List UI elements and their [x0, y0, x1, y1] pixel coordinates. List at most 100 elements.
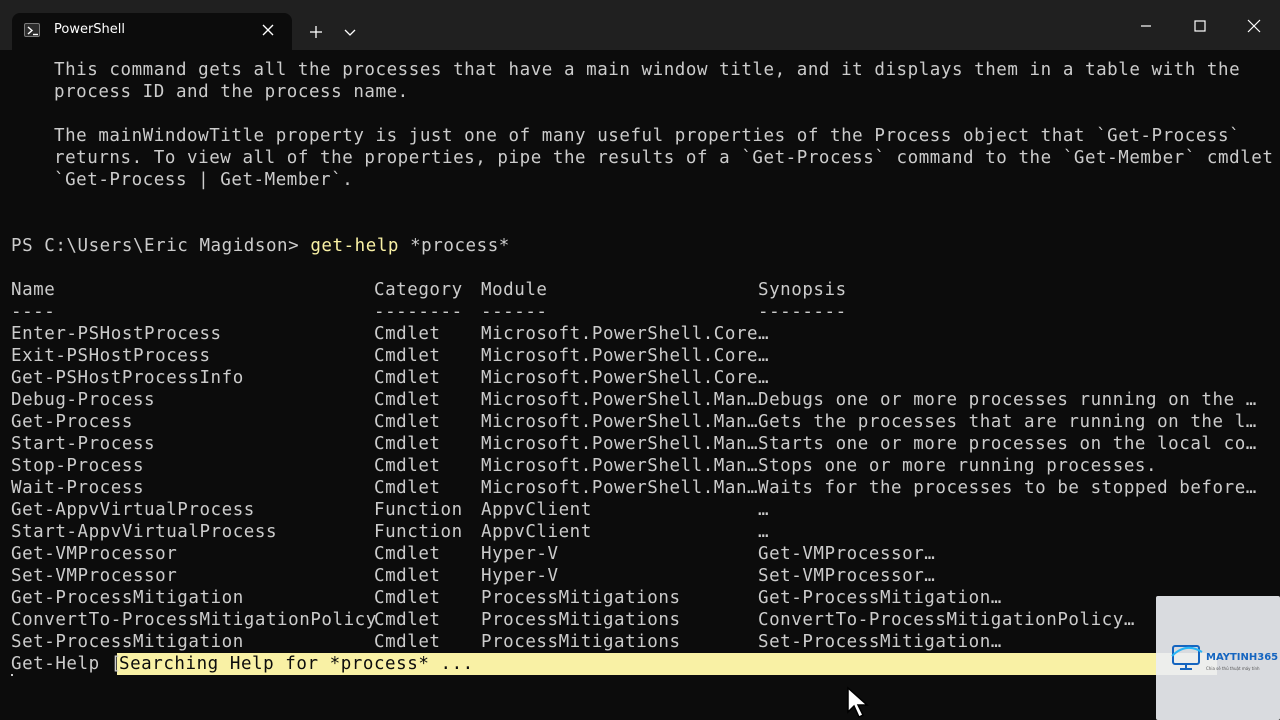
close-window-icon[interactable]	[1242, 14, 1266, 38]
cell-module: Hyper-V	[481, 566, 559, 586]
cell-module: Microsoft.PowerShell.Man…	[481, 412, 759, 432]
cell-category: Cmdlet	[374, 478, 441, 498]
cell-name: Debug-Process	[11, 390, 156, 410]
cell-category: Cmdlet	[374, 566, 441, 586]
help-text-line: returns. To view all of the properties, …	[54, 148, 1274, 168]
cell-synopsis: ConvertTo-ProcessMitigationPolicy…	[758, 610, 1135, 630]
cell-category: Cmdlet	[374, 324, 441, 344]
maximize-icon[interactable]	[1188, 14, 1212, 38]
cell-name: Enter-PSHostProcess	[11, 324, 222, 344]
cell-name: Get-AppvVirtualProcess	[11, 500, 255, 520]
cell-synopsis: …	[758, 346, 770, 366]
cell-category: Cmdlet	[374, 632, 441, 652]
minimize-icon[interactable]	[1134, 14, 1158, 38]
watermark-logo: MAYTINH365 Chia sẻ thủ thuật máy tính	[1156, 596, 1280, 720]
cell-module: Microsoft.PowerShell.Man…	[481, 434, 759, 454]
table-row: Get-AppvVirtualProcess Function AppvClient…	[0, 499, 1280, 521]
cell-name: Get-Process	[11, 412, 133, 432]
cell-category: Cmdlet	[374, 456, 441, 476]
cell-name: Set-VMProcessor	[11, 566, 178, 586]
cell-name: Get-ProcessMitigation	[11, 588, 244, 608]
header-synopsis: Synopsis	[758, 280, 847, 300]
chevron-down-icon[interactable]	[340, 22, 360, 42]
table-row: Enter-PSHostProcess Cmdlet Microsoft.Power…	[0, 323, 1280, 345]
cell-name: Start-Process	[11, 434, 156, 454]
cell-name: Set-ProcessMitigation	[11, 632, 244, 652]
mouse-pointer-icon	[847, 686, 869, 719]
cell-category: Cmdlet	[374, 346, 441, 366]
terminal-output[interactable]: This command gets all the processes that…	[0, 50, 1280, 720]
cell-synopsis: Gets the processes that are running on t…	[758, 412, 1257, 432]
table-row: Get-VMProcessor Cmdlet Hyper-V Get-VMProces…	[0, 543, 1280, 565]
header-name: Name	[11, 280, 56, 300]
cell-category: Cmdlet	[374, 412, 441, 432]
cell-module: Microsoft.PowerShell.Man…	[481, 478, 759, 498]
prompt-line: PS C:\Users\Eric Magidson> get-help *pro…	[11, 235, 510, 257]
cell-category: Function	[374, 522, 463, 542]
watermark-tagline: Chia sẻ thủ thuật máy tính	[1206, 666, 1260, 671]
table-row: Debug-Process Cmdlet Microsoft.PowerShell.…	[0, 389, 1280, 411]
table-row: Start-AppvVirtualProcess Function AppvClie…	[0, 521, 1280, 543]
powershell-icon	[24, 23, 40, 37]
table-header: Name Category Module Synopsis	[0, 279, 1280, 301]
cell-name: Start-AppvVirtualProcess	[11, 522, 278, 542]
cell-name: Get-PSHostProcessInfo	[11, 368, 244, 388]
cell-module: Microsoft.PowerShell.Core	[481, 368, 759, 388]
cell-synopsis: …	[758, 368, 770, 388]
cell-module: Microsoft.PowerShell.Core	[481, 346, 759, 366]
close-tab-icon[interactable]	[258, 20, 278, 40]
cell-category: Cmdlet	[374, 390, 441, 410]
cell-category: Function	[374, 500, 463, 520]
table-row: Stop-Process Cmdlet Microsoft.PowerShell.M…	[0, 455, 1280, 477]
underline-module: ------	[481, 302, 548, 322]
cell-module: ProcessMitigations	[481, 632, 681, 652]
underline-name: ----	[11, 302, 56, 322]
prompt-path: PS C:\Users\Eric Magidson>	[11, 236, 311, 256]
prompt-command: get-help	[310, 236, 400, 256]
cell-module: AppvClient	[481, 500, 592, 520]
progress-activity: Get-Help [	[11, 654, 122, 674]
table-row: Wait-Process Cmdlet Microsoft.PowerShell.M…	[0, 477, 1280, 499]
new-tab-icon[interactable]	[304, 20, 328, 44]
cell-synopsis: Set-ProcessMitigation…	[758, 632, 1002, 652]
progress-status: Searching Help for *process* ...	[119, 654, 474, 674]
prompt-argument: *process*	[399, 236, 510, 256]
help-text-line: `Get-Process | Get-Member`.	[54, 170, 354, 190]
table-row: Get-ProcessMitigation Cmdlet ProcessMitiga…	[0, 587, 1280, 609]
cell-category: Cmdlet	[374, 434, 441, 454]
cell-synopsis: …	[758, 324, 770, 344]
tab-title: PowerShell	[54, 22, 126, 37]
cell-module: Microsoft.PowerShell.Man…	[481, 456, 759, 476]
cell-synopsis: Starts one or more processes on the loca…	[758, 434, 1257, 454]
table-row: Get-PSHostProcessInfo Cmdlet Microsoft.Pow…	[0, 367, 1280, 389]
text-cursor	[11, 674, 13, 676]
cell-synopsis: Get-ProcessMitigation…	[758, 588, 1002, 608]
cell-name: ConvertTo-ProcessMitigationPolicy	[11, 610, 377, 630]
underline-category: --------	[374, 302, 463, 322]
table-row: Set-ProcessMitigation Cmdlet ProcessMitiga…	[0, 631, 1280, 653]
cell-synopsis: …	[758, 500, 770, 520]
table-row: Start-Process Cmdlet Microsoft.PowerShell.…	[0, 433, 1280, 455]
table-header-underline: ---- -------- ------ --------	[0, 301, 1280, 323]
tab-powershell[interactable]: PowerShell	[12, 13, 292, 50]
help-text-line: process ID and the process name.	[54, 82, 409, 102]
help-text-line: This command gets all the processes that…	[54, 60, 1241, 80]
cell-category: Cmdlet	[374, 544, 441, 564]
underline-synopsis: --------	[758, 302, 847, 322]
monitor-logo-icon	[1171, 645, 1203, 670]
header-category: Category	[374, 280, 463, 300]
table-row: ConvertTo-ProcessMitigationPolicy Cmdlet P…	[0, 609, 1280, 631]
cell-name: Stop-Process	[11, 456, 145, 476]
header-module: Module	[481, 280, 548, 300]
cell-synopsis: Stops one or more running processes.	[758, 456, 1158, 476]
cell-synopsis: Get-VMProcessor…	[758, 544, 936, 564]
cell-synopsis: …	[758, 522, 770, 542]
help-text-line: The mainWindowTitle property is just one…	[54, 126, 1241, 146]
cell-module: ProcessMitigations	[481, 610, 681, 630]
cell-module: Microsoft.PowerShell.Man…	[481, 390, 759, 410]
cell-name: Exit-PSHostProcess	[11, 346, 211, 366]
cell-synopsis: Waits for the processes to be stopped be…	[758, 478, 1257, 498]
cell-module: Microsoft.PowerShell.Core	[481, 324, 759, 344]
cell-category: Cmdlet	[374, 588, 441, 608]
cell-name: Wait-Process	[11, 478, 145, 498]
